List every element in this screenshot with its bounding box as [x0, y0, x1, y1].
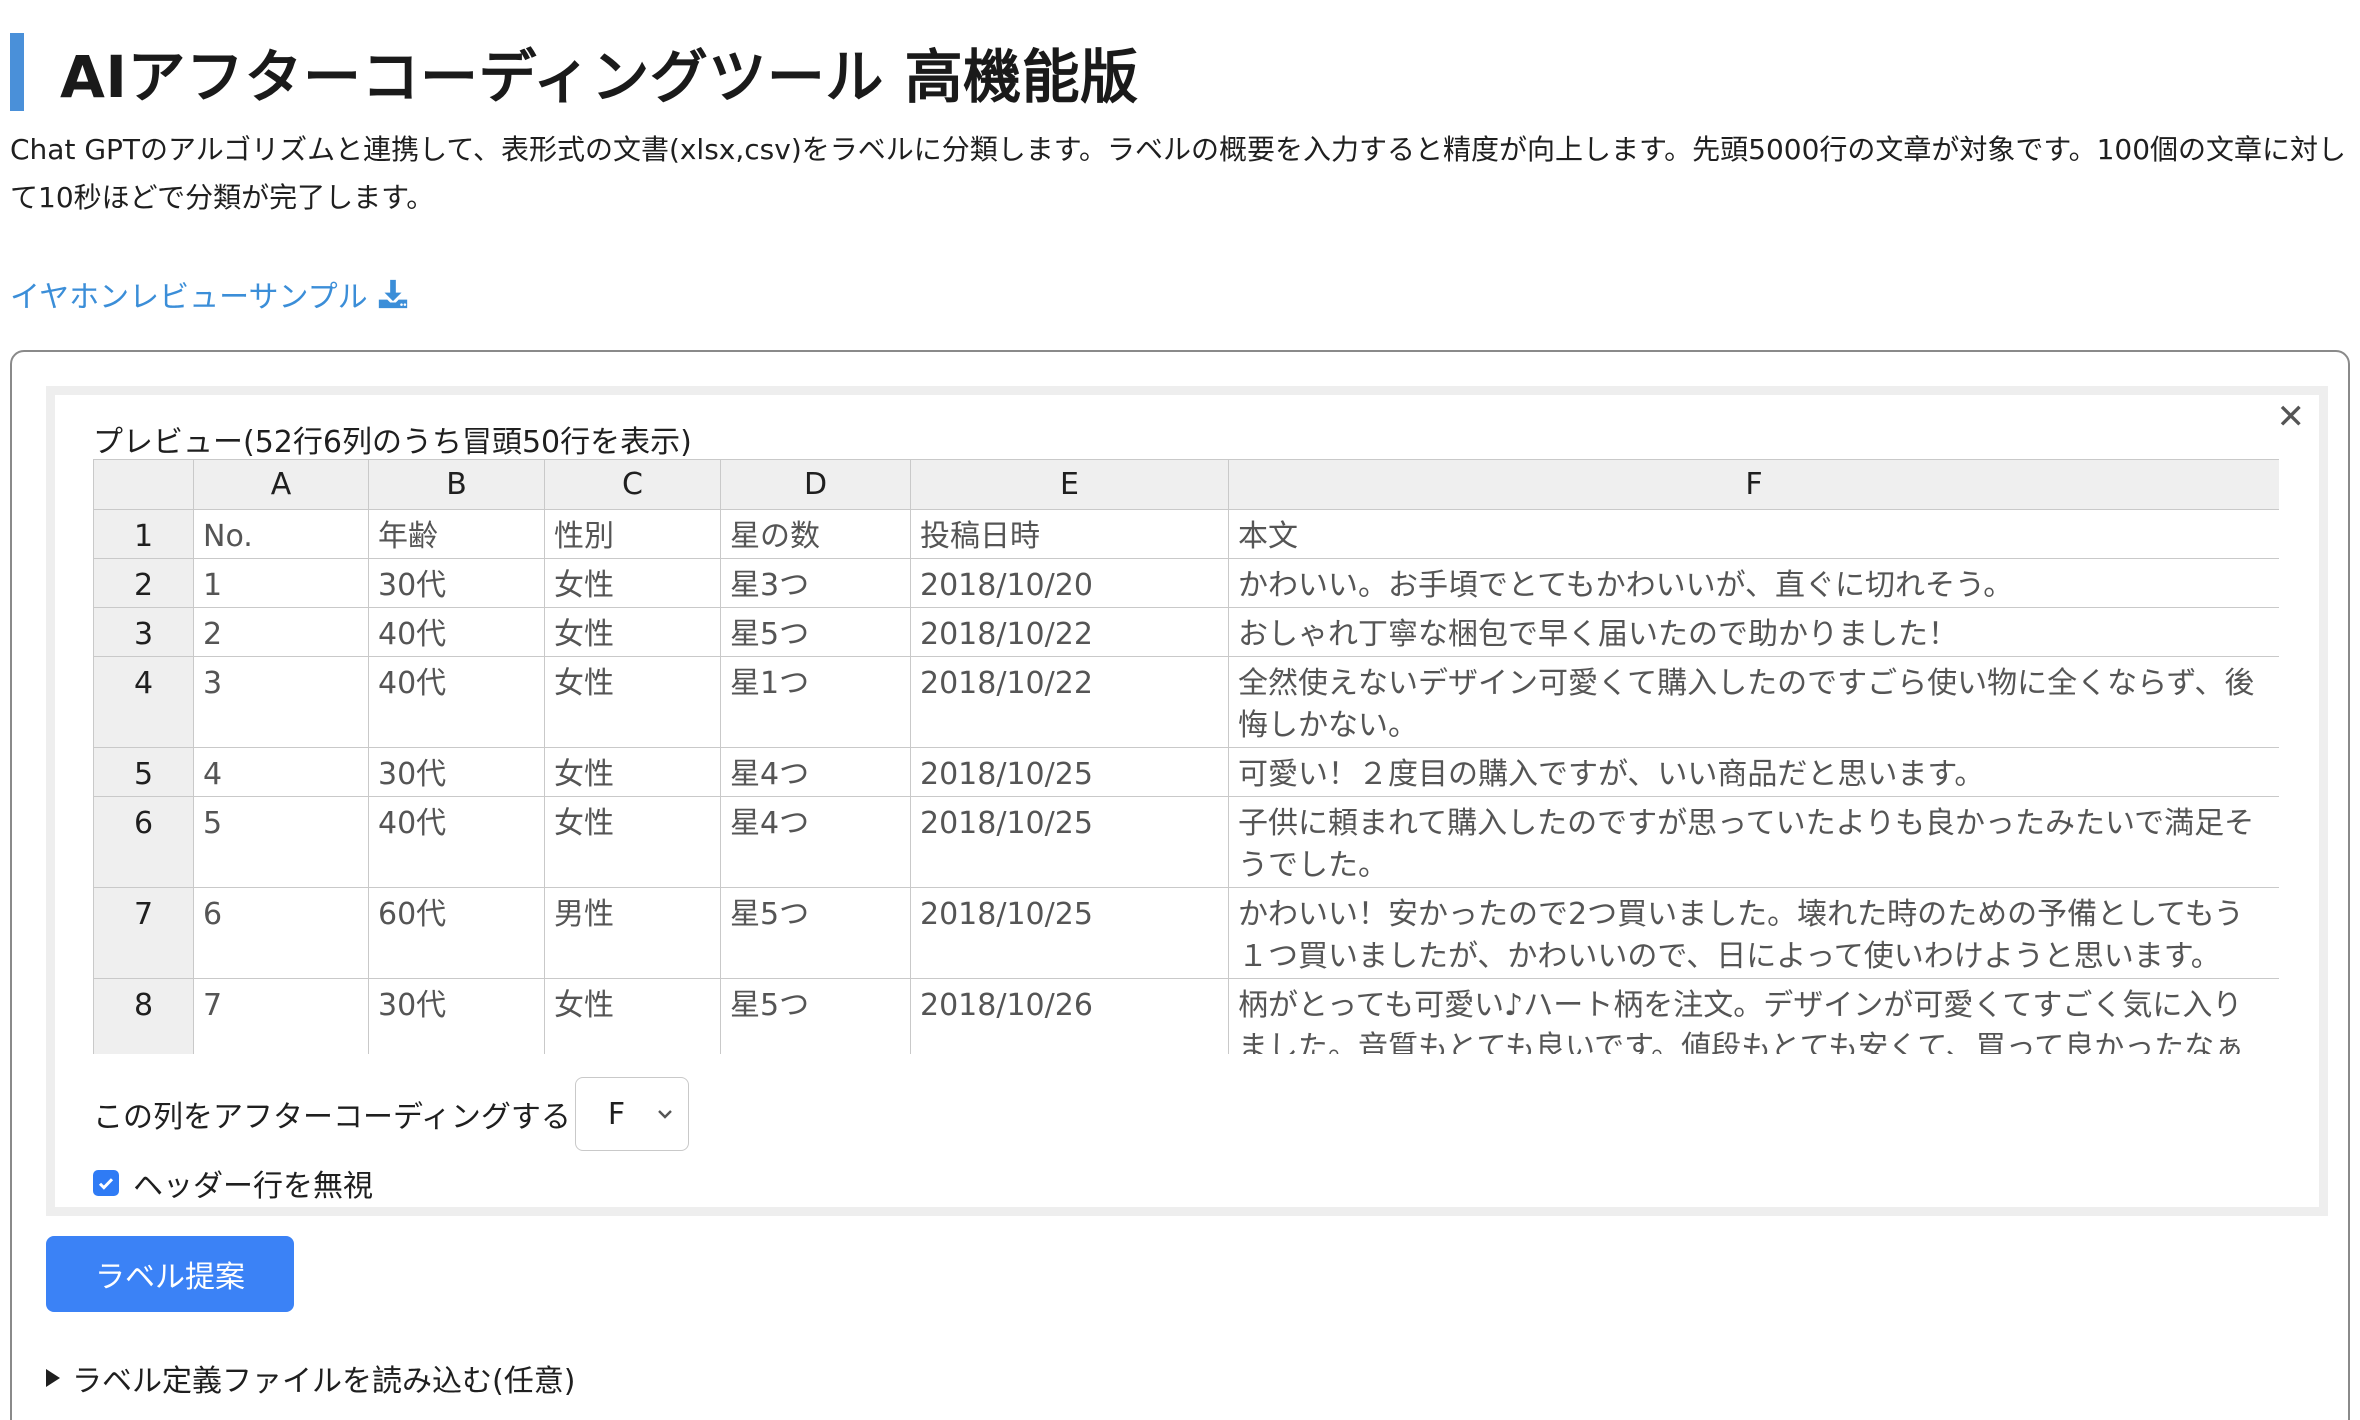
table-cell: 投稿日時: [910, 509, 1229, 559]
table-row: 1 No. 年齢 性別 星の数 投稿日時 本文: [93, 509, 2279, 559]
row-number: 8: [93, 978, 194, 1054]
table-cell: 30代: [368, 558, 545, 608]
table-cell: 男性: [544, 887, 721, 979]
table-row: 5 4 30代 女性 星4つ 2018/10/25 可愛い！２度目の購入ですが、…: [93, 747, 2279, 797]
table-cell: かわいい！安かったので2つ買いました。壊れた時のための予備としてもう１つ買いまし…: [1228, 887, 2279, 979]
table-cell: 3: [193, 656, 369, 748]
table-cell: 星1つ: [720, 656, 911, 748]
column-header: F: [1228, 459, 2279, 510]
column-header: D: [720, 459, 911, 510]
disclosure-triangle-icon: [46, 1369, 60, 1387]
close-icon[interactable]: ✕: [2277, 397, 2306, 437]
table-cell: 性別: [544, 509, 721, 559]
label-file-toggle[interactable]: ラベル定義ファイルを読み込む(任意): [46, 1356, 575, 1400]
table-cell: 2018/10/26: [910, 978, 1229, 1054]
label-file-summary: ラベル定義ファイルを読み込む(任意): [72, 1364, 576, 1399]
table-cell: 可愛い！２度目の購入ですが、いい商品だと思います。: [1228, 747, 2279, 797]
table-cell: 女性: [544, 656, 721, 748]
sample-download-link[interactable]: イヤホンレビューサンプル: [10, 272, 410, 316]
table-cell: 2018/10/25: [910, 747, 1229, 797]
table-cell: 2: [193, 607, 369, 657]
table-cell: おしゃれ丁寧な梱包で早く届いたので助かりました！: [1228, 607, 2279, 657]
table-cell: 星5つ: [720, 978, 911, 1054]
table-cell: 子供に頼まれて購入したのですが思っていたよりも良かったみたいで満足そうでした。: [1228, 796, 2279, 888]
column-header: E: [910, 459, 1229, 510]
download-icon: [378, 279, 407, 309]
title-accent-bar: [10, 33, 24, 111]
table-cell: 2018/10/20: [910, 558, 1229, 608]
table-cell: 4: [193, 747, 369, 797]
preview-panel: ✕ プレビュー(52行6列のうち冒頭50行を表示) A B C D E F 1 …: [46, 386, 2328, 1216]
column-select-label: この列をアフターコーディングする: [93, 1100, 571, 1135]
column-header: C: [544, 459, 721, 510]
table-cell: 星の数: [720, 509, 911, 559]
row-number: 2: [93, 558, 194, 608]
table-cell: 女性: [544, 978, 721, 1054]
column-header: A: [193, 459, 369, 510]
preview-table: A B C D E F 1 No. 年齢 性別 星の数 投稿日時 本文 2 1 …: [93, 459, 2279, 1054]
table-cell: 40代: [368, 656, 545, 748]
table-cell: No.: [193, 509, 369, 559]
table-cell: 5: [193, 796, 369, 888]
table-cell: 星5つ: [720, 607, 911, 657]
table-cell: かわいい。お手頃でとてもかわいいが、直ぐに切れそう。: [1228, 558, 2279, 608]
table-cell: 2018/10/22: [910, 607, 1229, 657]
chevron-down-icon: [658, 1110, 672, 1119]
table-cell: 6: [193, 887, 369, 979]
table-cell: 40代: [368, 796, 545, 888]
table-row: 6 5 40代 女性 星4つ 2018/10/25 子供に頼まれて購入したのです…: [93, 796, 2279, 888]
table-cell: 30代: [368, 978, 545, 1054]
table-cell: 女性: [544, 796, 721, 888]
ignore-header-checkbox[interactable]: [93, 1170, 119, 1196]
corner-header-cell: [93, 459, 194, 510]
row-number: 3: [93, 607, 194, 657]
table-cell: 1: [193, 558, 369, 608]
row-number: 5: [93, 747, 194, 797]
table-cell: 柄がとっても可愛い♪ハート柄を注文。デザインが可愛くてすごく気に入りました。音質…: [1228, 978, 2279, 1054]
table-cell: 2018/10/25: [910, 796, 1229, 888]
row-number: 1: [93, 509, 194, 559]
table-row: 2 1 30代 女性 星3つ 2018/10/20 かわいい。お手頃でとてもかわ…: [93, 558, 2279, 608]
page-title: AIアフターコーディングツール 高機能版: [60, 43, 1139, 111]
column-select-value: F: [607, 1096, 626, 1132]
table-cell: 星4つ: [720, 796, 911, 888]
table-row: 7 6 60代 男性 星5つ 2018/10/25 かわいい！安かったので2つ買…: [93, 887, 2279, 979]
table-row: 8 7 30代 女性 星5つ 2018/10/26 柄がとっても可愛い♪ハート柄…: [93, 978, 2279, 1054]
table-cell: 女性: [544, 747, 721, 797]
row-number: 4: [93, 656, 194, 748]
table-row: 4 3 40代 女性 星1つ 2018/10/22 全然使えないデザイン可愛くて…: [93, 656, 2279, 748]
page: AIアフターコーディングツール 高機能版 Chat GPTのアルゴリズムと連携し…: [0, 0, 2360, 1420]
column-header: B: [368, 459, 545, 510]
column-select[interactable]: F: [574, 1077, 689, 1151]
table-cell: 女性: [544, 558, 721, 608]
checkmark-icon: [98, 1178, 114, 1190]
table-cell: 本文: [1228, 509, 2279, 559]
title-row: AIアフターコーディングツール 高機能版: [10, 30, 1139, 114]
table-cell: 2018/10/22: [910, 656, 1229, 748]
label-suggest-button[interactable]: ラベル提案: [46, 1236, 294, 1312]
preview-caption: プレビュー(52行6列のうち冒頭50行を表示): [93, 425, 692, 460]
preview-table-scroll[interactable]: A B C D E F 1 No. 年齢 性別 星の数 投稿日時 本文 2 1 …: [93, 459, 2279, 1054]
upload-card: ✕ プレビュー(52行6列のうち冒頭50行を表示) A B C D E F 1 …: [10, 350, 2350, 1420]
table-cell: 星4つ: [720, 747, 911, 797]
table-cell: 60代: [368, 887, 545, 979]
table-row: 3 2 40代 女性 星5つ 2018/10/22 おしゃれ丁寧な梱包で早く届い…: [93, 607, 2279, 657]
row-number: 7: [93, 887, 194, 979]
sample-link-label: イヤホンレビューサンプル: [10, 280, 368, 315]
table-cell: 年齢: [368, 509, 545, 559]
ignore-header-label: ヘッダー行を無視: [133, 1169, 373, 1204]
row-number: 6: [93, 796, 194, 888]
page-description: Chat GPTのアルゴリズムと連携して、表形式の文書(xlsx,csv)をラベ…: [10, 133, 2347, 214]
ignore-header-row: ヘッダー行を無視: [93, 1161, 373, 1205]
table-cell: 女性: [544, 607, 721, 657]
table-cell: 全然使えないデザイン可愛くて購入したのですごら使い物に全くならず、後悔しかない。: [1228, 656, 2279, 748]
column-select-row: この列をアフターコーディングする F: [93, 1077, 689, 1151]
table-cell: 7: [193, 978, 369, 1054]
column-header-row: A B C D E F: [93, 459, 2279, 510]
table-cell: 40代: [368, 607, 545, 657]
table-cell: 30代: [368, 747, 545, 797]
table-cell: 星5つ: [720, 887, 911, 979]
table-cell: 星3つ: [720, 558, 911, 608]
table-cell: 2018/10/25: [910, 887, 1229, 979]
